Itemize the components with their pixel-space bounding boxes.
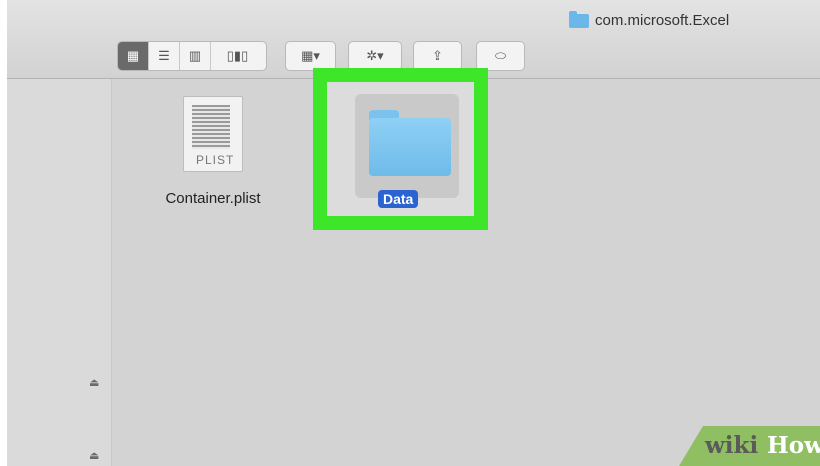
doc-type-text: PLIST (196, 153, 235, 167)
list-view-button[interactable]: ☰ (149, 42, 180, 70)
action-button[interactable]: ✲▾ (348, 41, 402, 71)
wikihow-watermark: wiki How (679, 426, 820, 466)
highlight-box: Data (313, 68, 488, 230)
file-name: Container.plist (165, 190, 261, 207)
column-view-button[interactable]: ▥ (180, 42, 211, 70)
folder-body (369, 118, 451, 176)
plist-document-icon: PLIST (183, 96, 243, 172)
eject-icon[interactable]: ⏏ (89, 376, 101, 389)
selected-file-name[interactable]: Data (378, 190, 419, 208)
eject-icon[interactable]: ⏏ (89, 449, 101, 462)
sidebar: ⏏ ⏏ (7, 79, 112, 466)
tag-icon: ⬭ (494, 48, 507, 63)
finder-window: com.microsoft.Excel ▦ ☰ ▥ ▯▮▯ ▦▾ ✲▾ ⇪ ⬭ … (7, 0, 820, 466)
share-icon: ⇪ (432, 48, 443, 63)
arrange-label: ▦▾ (301, 48, 320, 63)
window-title: com.microsoft.Excel (569, 10, 730, 29)
tag-button[interactable]: ⬭ (476, 41, 525, 71)
icon-view-button[interactable]: ▦ (118, 42, 149, 70)
arrange-button[interactable]: ▦▾ (285, 41, 336, 71)
file-item-data-folder[interactable] (355, 94, 459, 198)
window-title-text: com.microsoft.Excel (595, 12, 730, 29)
gallery-view-button[interactable]: ▯▮▯ (211, 42, 264, 70)
folder-icon (569, 10, 589, 28)
watermark-part1: wiki (705, 432, 759, 459)
share-button[interactable]: ⇪ (413, 41, 462, 71)
watermark-part2: How (767, 432, 820, 459)
gear-icon: ✲▾ (366, 48, 384, 63)
view-switcher: ▦ ☰ ▥ ▯▮▯ (117, 41, 267, 71)
